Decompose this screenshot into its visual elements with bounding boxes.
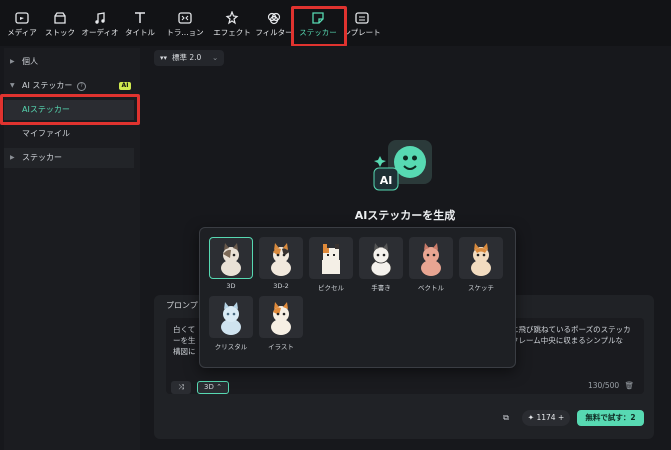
cat-3d-2-icon — [271, 243, 291, 276]
try-free-button[interactable]: 無料で試す：2 — [577, 410, 644, 426]
toolbar-filter[interactable]: フィルター — [252, 11, 296, 38]
sidebar-group-ai-sticker[interactable]: ▼ AI ステッカー ? AI — [4, 76, 134, 96]
toolbar-stock[interactable]: ストック — [38, 11, 82, 38]
cat-illustration-icon — [271, 302, 291, 335]
style-thumb-cat — [359, 237, 403, 279]
style-option-label: ピクセル — [318, 284, 344, 292]
chevron-down-icon: ⌄ — [212, 53, 219, 62]
help-icon[interactable]: ? — [77, 82, 86, 91]
cat-3d-icon — [221, 243, 241, 276]
toolbar-effect[interactable]: エフェクト — [210, 11, 254, 38]
sidebar-item-sticker[interactable]: ▶ ステッカー — [4, 148, 134, 168]
sidebar-item-label: 個人 — [22, 57, 38, 66]
toolbar-label: オーディオ — [81, 28, 119, 37]
style-thumb-cat — [409, 237, 453, 279]
style-option-label: ベクトル — [418, 284, 444, 292]
shuffle-icon: ⤨ — [178, 383, 184, 391]
cat-handwritten-icon — [370, 243, 392, 277]
prompt-text-line1: 白くて — [173, 325, 196, 334]
style-option-label: イラスト — [268, 343, 294, 351]
music-note-icon — [95, 12, 105, 24]
prompt-text-line2: ーを生 — [173, 336, 196, 345]
style-option-crystal[interactable]: クリスタル — [209, 296, 253, 351]
style-thumb-cat — [259, 237, 303, 279]
style-dropdown-value: 3D — [204, 383, 214, 391]
char-counter-value: 130/500 — [588, 381, 620, 390]
prompt-text-line3: 構図に — [173, 347, 196, 356]
ai-sticker-hero-icon: AI — [373, 140, 432, 191]
sidebar-item-personal[interactable]: ▶ 個人 — [4, 52, 134, 72]
cat-pixel-icon — [322, 244, 340, 274]
style-option-vector[interactable]: ベクトル — [409, 237, 453, 292]
sidebar-item-label: AI ステッカー — [22, 81, 73, 90]
highlight-box-sticker-tab — [291, 6, 347, 47]
toolbar-audio[interactable]: オーディオ — [78, 11, 122, 38]
collapse-caret-icon: ▼ — [10, 82, 15, 89]
style-option-illustration[interactable]: イラスト — [259, 296, 303, 351]
plus-icon: + — [557, 413, 565, 422]
style-thumb-cat — [259, 296, 303, 338]
toolbar-transition[interactable]: トラ...ョン — [163, 11, 207, 38]
cat-sketch-icon — [471, 243, 491, 276]
model-selector-value: 標準 2.0 — [172, 53, 202, 62]
prompt-text-right1: に飛び跳ねているポーズのステッカ — [511, 325, 631, 334]
style-option-label: 3D-2 — [273, 282, 289, 290]
toolbar-label: タイトル — [125, 28, 155, 37]
credit-counter[interactable]: ✦ 1174 + — [522, 410, 570, 426]
stock-icon — [54, 12, 66, 24]
effect-icon — [225, 11, 239, 25]
reference-image-button[interactable]: ⧉ — [498, 410, 514, 426]
style-option-label: クリスタル — [214, 343, 248, 351]
style-option-handwritten[interactable]: 手書き — [359, 237, 403, 292]
char-counter: 130/500 🗑 — [588, 381, 634, 390]
style-option-sketch[interactable]: スケッチ — [459, 237, 503, 292]
prompt-text-right2: フレーム中央に収まるシンプルな — [511, 336, 624, 345]
model-logo-icon: ▾▾ — [160, 54, 168, 62]
style-thumb-cat — [209, 237, 253, 279]
expand-caret-icon: ▶ — [10, 154, 15, 161]
sparkle-icon: ✦ — [527, 413, 535, 422]
style-option-label: スケッチ — [468, 284, 494, 292]
style-option-pixel[interactable]: ピクセル — [309, 237, 353, 292]
sidebar-item-label: マイファイル — [22, 129, 70, 138]
style-option-label: 3D — [226, 282, 236, 290]
trash-icon[interactable]: 🗑 — [625, 381, 635, 390]
style-option-3d[interactable]: 3D — [209, 237, 253, 290]
style-thumb-cat — [209, 296, 253, 338]
hero-title: AIステッカーを生成 — [354, 209, 456, 222]
style-picker-popup: 3D 3D-2 ピクセル 手書き ベクトル スケッチ クリスタル イラスト — [199, 227, 516, 368]
credit-value: 1174 — [536, 413, 556, 422]
cat-vector-icon — [421, 243, 441, 276]
style-thumb-cat — [309, 237, 353, 279]
transition-icon — [178, 12, 192, 24]
toolbar-label: エフェクト — [213, 28, 251, 37]
template-icon — [355, 12, 369, 24]
model-selector[interactable]: ▾▾ 標準 2.0 ⌄ — [154, 50, 224, 66]
style-option-label: 手書き — [371, 284, 391, 292]
prompt-label: プロンプ — [166, 301, 198, 310]
toolbar-label: トラ...ョン — [166, 28, 204, 37]
filter-icon — [267, 12, 281, 25]
expand-caret-icon: ▶ — [10, 58, 15, 65]
style-dropdown[interactable]: 3D ⌃ — [197, 381, 229, 394]
image-ref-icon: ⧉ — [503, 413, 509, 422]
title-t-icon — [135, 12, 145, 23]
style-option-3d-2[interactable]: 3D-2 — [259, 237, 303, 290]
cat-crystal-icon — [221, 302, 241, 335]
toolbar-title[interactable]: タイトル — [118, 11, 162, 38]
shuffle-button[interactable]: ⤨ — [171, 381, 191, 394]
style-thumb-cat — [459, 237, 503, 279]
ai-badge: AI — [119, 82, 131, 90]
chevron-up-icon: ⌃ — [216, 383, 222, 391]
svg-text:AI: AI — [380, 174, 393, 187]
sidebar-item-my-files[interactable]: マイファイル — [4, 124, 134, 144]
media-icon — [15, 12, 29, 24]
highlight-box-ai-sticker — [0, 94, 140, 125]
toolbar-label: ストック — [45, 28, 75, 37]
sidebar-item-label: ステッカー — [22, 153, 62, 162]
toolbar-label: フィルター — [255, 28, 293, 37]
